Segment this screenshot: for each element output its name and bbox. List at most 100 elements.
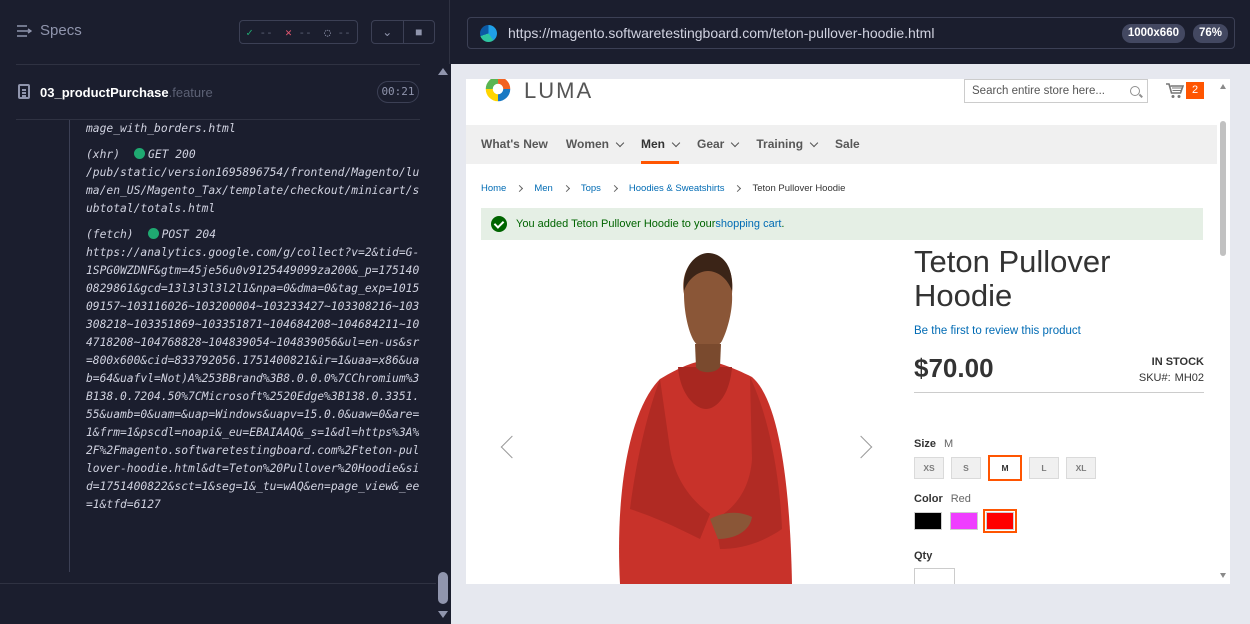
document-icon	[18, 84, 30, 99]
url-box[interactable]: https://magento.softwaretestingboard.com…	[467, 17, 1235, 49]
main-nav: What's New Women Men Gear Training Sale	[466, 125, 1217, 164]
scroll-up-icon[interactable]	[1220, 84, 1226, 89]
failed-stat: ✕ --	[285, 26, 312, 39]
log-scrollbar[interactable]	[436, 64, 450, 624]
color-swatch-black[interactable]	[914, 512, 942, 530]
passed-count: --	[259, 25, 273, 39]
scroll-down-icon[interactable]	[1220, 573, 1226, 578]
spec-file-base: 03_productPurchase	[40, 85, 169, 100]
sku: SKU#: MH02	[1139, 372, 1204, 384]
luma-logo[interactable]: LUMA	[482, 79, 593, 107]
color-label-text: Color	[914, 493, 943, 505]
sku-label: SKU#:	[1138, 372, 1171, 384]
status-dot-icon	[147, 228, 159, 239]
log-url: mage_with_borders.html	[86, 122, 236, 135]
nav-item-men[interactable]: Men	[641, 125, 681, 164]
sku-value: MH02	[1174, 372, 1204, 384]
log-method: POST 204	[161, 228, 217, 241]
nav-item-what-s-new[interactable]: What's New	[481, 125, 548, 164]
failed-count: --	[298, 25, 312, 39]
chevron-down-icon[interactable]: ⌄	[372, 21, 403, 43]
breadcrumb: Home Men Tops Hoodies & Sweatshirts Teton Pu…	[481, 183, 845, 194]
minicart[interactable]: 2	[1166, 82, 1204, 99]
url-text[interactable]: https://magento.softwaretestingboard.com…	[508, 25, 934, 41]
shopping-cart-link[interactable]: shopping cart	[715, 218, 781, 230]
spinner-icon: ◌	[324, 25, 331, 39]
specs-toggle[interactable]: Specs	[16, 22, 82, 39]
log-entry[interactable]: (xhr) GET 200/pub/static/version169589675…	[86, 146, 420, 218]
nav-item-label: Gear	[697, 137, 725, 151]
qty-input[interactable]	[914, 568, 955, 584]
search-icon[interactable]	[1130, 86, 1140, 96]
page-scrollbar[interactable]	[1217, 79, 1230, 584]
size-option-xs[interactable]: XS	[914, 457, 944, 479]
message-text: You added Teton Pullover Hoodie to your	[516, 218, 716, 230]
chevron-left-icon[interactable]	[500, 435, 524, 459]
scroll-down-icon[interactable]	[438, 611, 448, 618]
run-controls: ⌄ ■	[371, 20, 435, 44]
breadcrumb-link[interactable]: Home	[481, 183, 506, 194]
size-option-s[interactable]: S	[951, 457, 981, 479]
log-method: GET 200	[148, 148, 196, 161]
app-viewport: LUMA Search entire store here... 2 What'…	[466, 79, 1230, 584]
product-title-line: Teton Pullover	[914, 244, 1111, 279]
stop-icon[interactable]: ■	[402, 21, 435, 43]
nav-item-label: What's New	[481, 137, 548, 151]
chevron-right-icon	[734, 184, 742, 193]
zoom-badge[interactable]: 76%	[1192, 24, 1228, 43]
breadcrumb-link[interactable]: Men	[534, 183, 552, 194]
nav-item-label: Women	[565, 137, 609, 151]
log-entry[interactable]: (fetch) POST 204 https://analytics.google.…	[86, 226, 420, 514]
nav-item-training[interactable]: Training	[756, 125, 819, 164]
pending-stat: ◌ --	[324, 26, 351, 39]
stock-status: IN STOCK	[1151, 356, 1204, 368]
search-placeholder: Search entire store here...	[972, 85, 1105, 97]
chevron-right-icon	[516, 184, 524, 193]
log-type: (fetch)	[86, 228, 134, 241]
nav-item-label: Sale	[835, 137, 860, 151]
search-input[interactable]: Search entire store here...	[964, 79, 1148, 103]
spec-file-row[interactable]: 03_productPurchase.feature 00:21	[16, 64, 420, 120]
breadcrumb-link[interactable]: Hoodies & Sweatshirts	[629, 183, 725, 194]
chevron-right-icon	[610, 184, 618, 193]
chevron-right-icon	[562, 184, 570, 193]
browser-bar: https://magento.softwaretestingboard.com…	[451, 0, 1250, 64]
logo-text: LUMA	[524, 79, 594, 103]
size-option-m[interactable]: M	[988, 455, 1022, 481]
size-option-xl[interactable]: XL	[1066, 457, 1096, 479]
scrollbar-thumb[interactable]	[1220, 121, 1226, 256]
log-url: https://analytics.google.com/g/collect?v…	[86, 246, 420, 511]
nav-item-women[interactable]: Women	[565, 125, 625, 164]
review-link[interactable]: Be the first to review this product	[914, 325, 1204, 337]
product-gallery	[481, 249, 891, 584]
spec-duration: 00:21	[377, 81, 419, 103]
chevron-right-icon[interactable]	[849, 435, 873, 459]
specs-panel: Specs ✓ -- ✕ -- ◌ -- ⌄ ■ 03_productPurch…	[0, 0, 450, 624]
scroll-up-icon[interactable]	[438, 68, 448, 75]
divider	[0, 583, 436, 584]
cross-icon: ✕	[285, 25, 292, 39]
product-price: $70.00	[914, 353, 994, 383]
command-log: mage_with_borders.html (xhr) GET 200/pub/s…	[69, 120, 420, 572]
size-label: Size M	[914, 438, 1204, 450]
nav-item-gear[interactable]: Gear	[697, 125, 740, 164]
scrollbar-thumb[interactable]	[438, 572, 448, 604]
color-swatch-purple[interactable]	[950, 512, 978, 530]
size-option-l[interactable]: L	[1029, 457, 1059, 479]
specs-label: Specs	[40, 22, 82, 39]
log-entry[interactable]: mage_with_borders.html	[86, 120, 420, 138]
breadcrumb-current: Teton Pullover Hoodie	[752, 183, 846, 194]
status-dot-icon	[134, 148, 146, 159]
message-end: .	[781, 218, 785, 230]
spec-file-ext: .feature	[168, 85, 213, 100]
qty-label: Qty	[914, 550, 933, 562]
log-entry-head: (fetch) POST 204	[86, 226, 420, 244]
viewport-size-badge[interactable]: 1000x660	[1121, 24, 1185, 43]
color-swatch-red[interactable]	[983, 509, 1017, 533]
color-label: Color Red	[914, 493, 1204, 505]
breadcrumb-link[interactable]: Tops	[581, 183, 601, 194]
cart-count-badge: 2	[1186, 82, 1204, 99]
check-circle-icon	[491, 216, 507, 232]
nav-item-label: Training	[756, 137, 804, 151]
nav-item-sale[interactable]: Sale	[835, 125, 860, 164]
